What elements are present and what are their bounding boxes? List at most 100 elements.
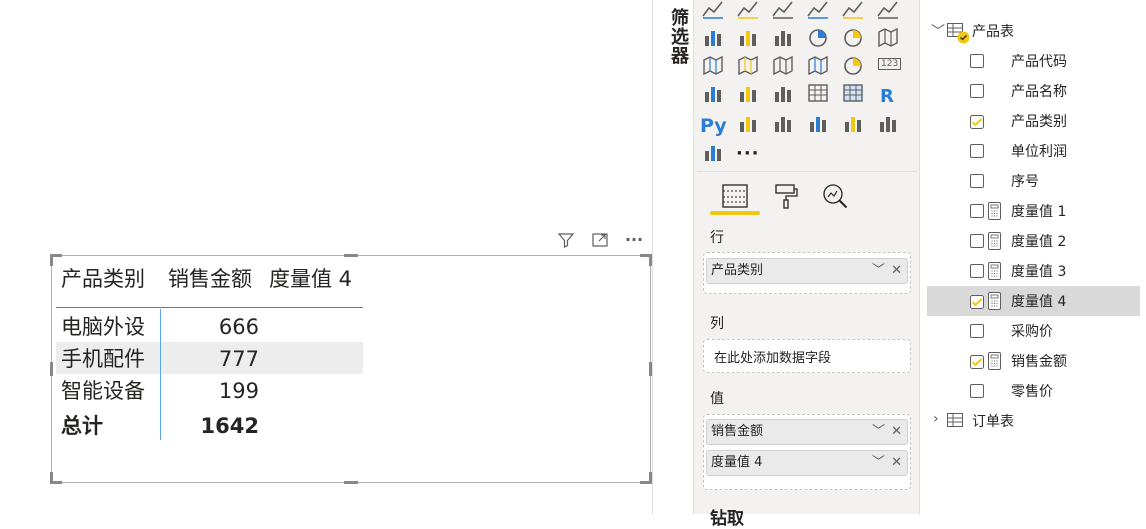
gauge-icon[interactable] — [840, 52, 866, 78]
row-header-divider — [160, 309, 161, 440]
paginated-report-icon[interactable] — [840, 110, 866, 136]
remove-field-icon[interactable]: ✕ — [891, 451, 902, 475]
calculator-icon — [988, 352, 1001, 370]
drillthrough-label: 钻取 — [710, 509, 744, 529]
checkbox[interactable] — [970, 234, 984, 248]
field-label: 零售价 — [1011, 384, 1053, 400]
pie-chart-icon[interactable] — [805, 24, 831, 50]
matrix-icon[interactable] — [840, 80, 866, 106]
chevron-down-icon[interactable]: ﹀ — [872, 451, 885, 475]
table-node-product[interactable]: ﹀ 产品表 — [927, 16, 1140, 46]
value-cell[interactable]: 199 — [179, 376, 259, 406]
calculator-icon — [988, 262, 1001, 280]
field-row[interactable]: 度量值 3 — [927, 256, 1140, 286]
filters-label[interactable]: 筛选器 — [665, 8, 691, 65]
area-chart-icon[interactable] — [735, 0, 761, 22]
checkbox[interactable] — [970, 324, 984, 338]
power-apps-icon[interactable] — [700, 139, 726, 165]
qa-visual-icon[interactable] — [805, 110, 831, 136]
table-icon[interactable] — [805, 80, 831, 106]
field-label: 产品名称 — [1011, 84, 1067, 100]
multi-row-card-icon[interactable] — [700, 80, 726, 106]
checkbox[interactable] — [970, 144, 984, 158]
field-row[interactable]: 产品类别 — [927, 106, 1140, 136]
value-cell[interactable]: 777 — [179, 344, 259, 374]
field-row[interactable]: 销售金额 — [927, 346, 1140, 376]
field-row[interactable]: 单位利润 — [927, 136, 1140, 166]
checkbox-checked[interactable] — [970, 354, 984, 369]
checkbox[interactable] — [970, 54, 984, 68]
chevron-down-icon[interactable]: ﹀ — [872, 259, 885, 283]
field-row[interactable]: 采购价 — [927, 316, 1140, 346]
remove-field-icon[interactable]: ✕ — [891, 259, 902, 283]
analytics-tab-icon[interactable] — [820, 181, 850, 211]
row-header[interactable]: 电脑外设 — [61, 312, 145, 342]
format-tab-icon[interactable] — [771, 181, 801, 211]
chevron-down-icon[interactable]: ﹀ — [931, 21, 945, 41]
scatter-chart-icon[interactable] — [770, 24, 796, 50]
value-cell[interactable]: 666 — [179, 312, 259, 342]
field-row[interactable]: 产品代码 — [927, 46, 1140, 76]
field-label: 度量值 4 — [1011, 294, 1067, 310]
column-header[interactable]: 度量值 4 — [269, 264, 352, 294]
columns-well-placeholder: 在此处添加数据字段 — [714, 351, 832, 366]
focus-mode-icon[interactable] — [590, 230, 610, 250]
table-node-orders[interactable]: › 订单表 — [927, 406, 1140, 436]
key-influencers-icon[interactable] — [735, 110, 761, 136]
more-visuals-label[interactable]: ··· — [736, 143, 760, 164]
values-field-pill[interactable]: 销售金额 ﹀ ✕ — [706, 419, 908, 445]
checkbox[interactable] — [970, 84, 984, 98]
field-row[interactable]: 度量值 4 — [927, 286, 1140, 316]
filter-icon[interactable] — [556, 230, 576, 250]
chevron-right-icon[interactable]: › — [933, 411, 939, 427]
resize-handle[interactable] — [344, 481, 358, 484]
rows-field-pill[interactable]: 产品类别 ﹀ ✕ — [706, 258, 908, 284]
field-row[interactable]: 度量值 2 — [927, 226, 1140, 256]
checkbox-checked[interactable] — [970, 114, 984, 129]
checkbox[interactable] — [970, 174, 984, 188]
resize-handle[interactable] — [50, 254, 53, 266]
row-header[interactable]: 手机配件 — [61, 344, 145, 374]
line-stacked-column-chart-icon[interactable] — [840, 0, 866, 22]
line-chart-icon[interactable] — [700, 0, 726, 22]
donut-chart-icon[interactable] — [840, 24, 866, 50]
header-underline — [56, 307, 363, 308]
checkbox-checked[interactable] — [970, 294, 984, 309]
row-header[interactable]: 智能设备 — [61, 376, 145, 406]
filters-pane-collapsed[interactable]: 筛选器 — [652, 0, 694, 514]
checkbox[interactable] — [970, 204, 984, 218]
azure-map-icon[interactable] — [805, 52, 831, 78]
line-clustered-column-chart-icon[interactable] — [805, 0, 831, 22]
fields-tab-icon[interactable] — [720, 181, 750, 211]
resize-handle[interactable] — [344, 254, 358, 257]
shape-map-icon[interactable] — [770, 52, 796, 78]
field-row[interactable]: 零售价 — [927, 376, 1140, 406]
kpi-icon[interactable] — [735, 80, 761, 106]
column-header[interactable]: 销售金额 — [168, 264, 252, 294]
map-icon[interactable] — [700, 52, 726, 78]
resize-handle[interactable] — [50, 362, 53, 376]
stacked-area-chart-icon[interactable] — [770, 0, 796, 22]
field-row[interactable]: 序号 — [927, 166, 1140, 196]
decomposition-tree-icon[interactable] — [770, 110, 796, 136]
chevron-down-icon[interactable]: ﹀ — [872, 420, 885, 444]
resize-handle[interactable] — [50, 472, 53, 484]
ribbon-chart-icon[interactable] — [875, 0, 901, 22]
column-header[interactable]: 产品类别 — [61, 264, 145, 294]
field-row[interactable]: 产品名称 — [927, 76, 1140, 106]
more-options-icon[interactable]: ··· — [624, 230, 644, 250]
waterfall-chart-icon[interactable] — [700, 24, 726, 50]
checkmark-badge-icon — [957, 31, 970, 44]
field-label: 序号 — [1011, 174, 1039, 190]
field-row[interactable]: 度量值 1 — [927, 196, 1140, 226]
pane-divider — [697, 171, 917, 172]
smart-narrative-icon[interactable] — [875, 110, 901, 136]
remove-field-icon[interactable]: ✕ — [891, 420, 902, 444]
slicer-icon[interactable] — [770, 80, 796, 106]
checkbox[interactable] — [970, 264, 984, 278]
checkbox[interactable] — [970, 384, 984, 398]
treemap-icon[interactable] — [875, 24, 901, 50]
funnel-chart-icon[interactable] — [735, 24, 761, 50]
filled-map-icon[interactable] — [735, 52, 761, 78]
values-field-pill[interactable]: 度量值 4 ﹀ ✕ — [706, 450, 908, 476]
